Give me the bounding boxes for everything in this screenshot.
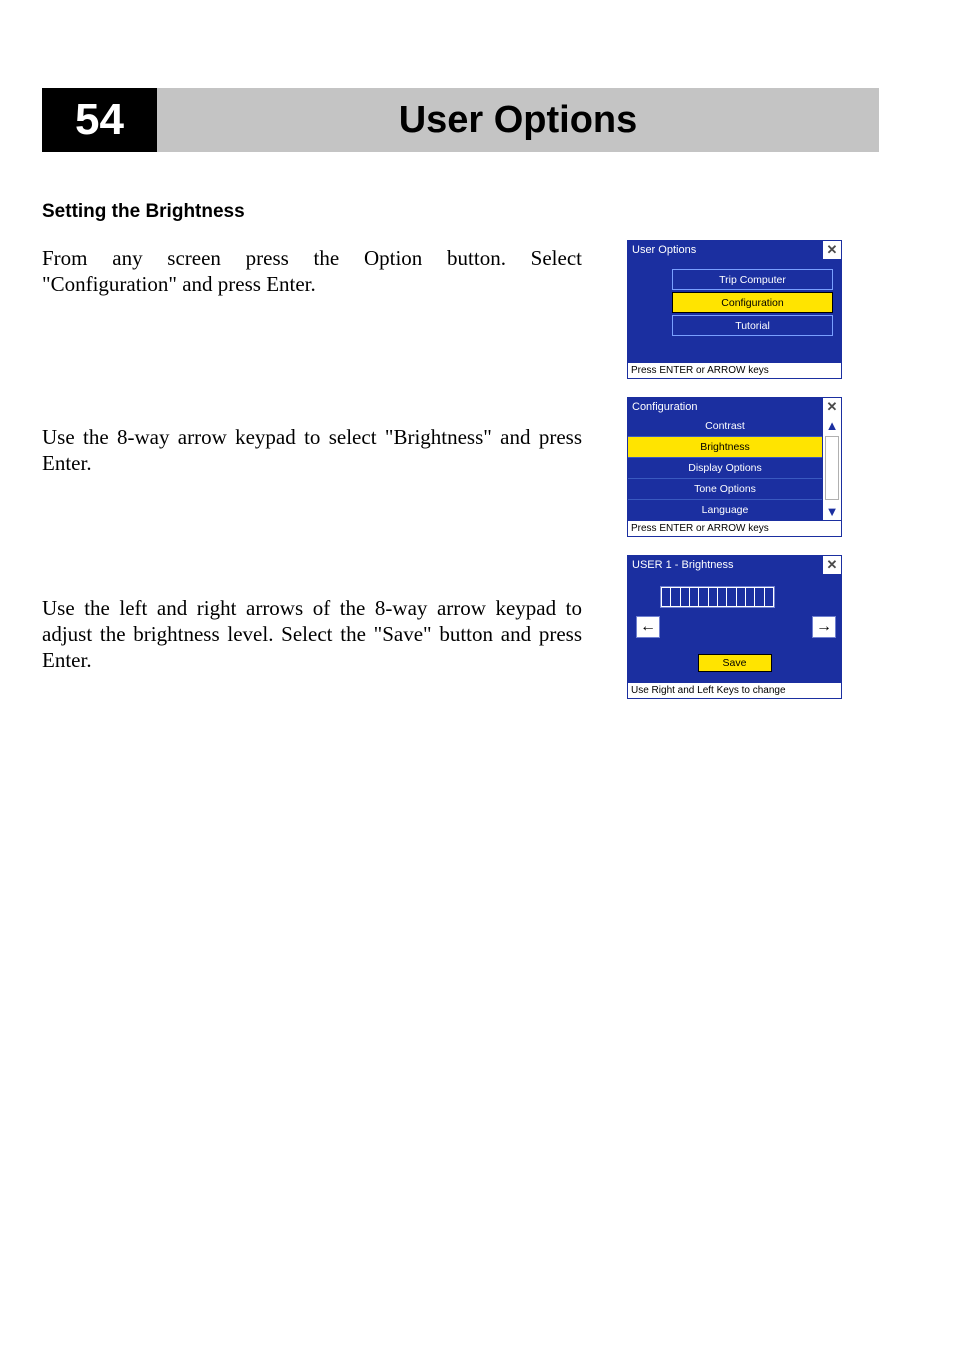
screen-title: User Options (628, 241, 822, 259)
paragraph-3: Use the left and right arrows of the 8-w… (42, 595, 582, 674)
page-header: 54 User Options (42, 88, 879, 152)
paragraph-1: From any screen press the Option button.… (42, 245, 582, 298)
brightness-screen: USER 1 - Brightness ✕ ← → Save Use Right… (627, 555, 842, 699)
figures-column: User Options ✕ Trip Computer Configurati… (627, 200, 842, 699)
slider-tick (709, 588, 717, 606)
screen-title: Configuration (628, 398, 822, 416)
slider-tick (718, 588, 726, 606)
user-options-menu: Trip Computer Configuration Tutorial (672, 269, 833, 336)
list-item-display-options[interactable]: Display Options (628, 457, 822, 478)
slider-tick (727, 588, 735, 606)
close-icon[interactable]: ✕ (822, 241, 841, 259)
list-item-brightness[interactable]: Brightness (628, 436, 822, 457)
user-options-screen: User Options ✕ Trip Computer Configurati… (627, 240, 842, 379)
brightness-slider[interactable] (660, 586, 775, 608)
menu-item-trip-computer[interactable]: Trip Computer (672, 269, 833, 290)
configuration-screen: Configuration ✕ Contrast Brightness Disp… (627, 397, 842, 537)
section-heading: Setting the Brightness (42, 200, 582, 224)
slider-tick (765, 588, 773, 606)
menu-item-tutorial[interactable]: Tutorial (672, 315, 833, 336)
configuration-list: Contrast Brightness Display Options Tone… (628, 416, 822, 520)
screen-title: USER 1 - Brightness (628, 556, 822, 574)
scroll-down-icon[interactable]: ▼ (823, 502, 841, 520)
body-text-column: Setting the Brightness From any screen p… (42, 200, 582, 674)
slider-tick (699, 588, 707, 606)
scroll-track[interactable] (825, 436, 839, 500)
status-bar: Press ENTER or ARROW keys (628, 362, 841, 378)
page-number: 54 (42, 88, 157, 152)
scroll-up-icon[interactable]: ▲ (823, 416, 841, 434)
slider-tick (690, 588, 698, 606)
status-bar: Use Right and Left Keys to change (628, 682, 841, 698)
slider-tick (746, 588, 754, 606)
menu-item-configuration[interactable]: Configuration (672, 292, 833, 313)
decrease-button[interactable]: ← (636, 616, 660, 638)
side-tab (636, 269, 668, 336)
paragraph-2: Use the 8-way arrow keypad to select "Br… (42, 424, 582, 477)
increase-button[interactable]: → (812, 616, 836, 638)
close-icon[interactable]: ✕ (822, 398, 841, 416)
slider-tick (755, 588, 763, 606)
slider-tick (662, 588, 670, 606)
page-title: User Options (157, 88, 879, 152)
slider-tick (681, 588, 689, 606)
save-button[interactable]: Save (698, 654, 772, 672)
close-icon[interactable]: ✕ (822, 556, 841, 574)
list-item-language[interactable]: Language (628, 499, 822, 520)
slider-tick (671, 588, 679, 606)
status-bar: Press ENTER or ARROW keys (628, 520, 841, 536)
slider-tick (737, 588, 745, 606)
scrollbar[interactable]: ▲ ▼ (822, 416, 841, 520)
list-item-tone-options[interactable]: Tone Options (628, 478, 822, 499)
list-item-contrast[interactable]: Contrast (628, 416, 822, 436)
